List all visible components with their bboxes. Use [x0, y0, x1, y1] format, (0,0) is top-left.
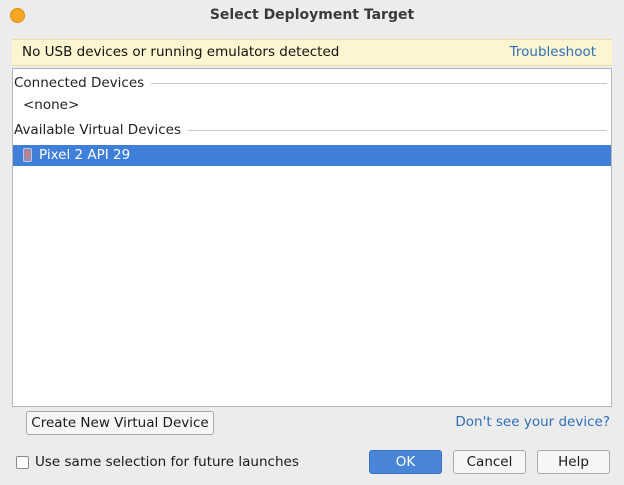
- virtual-devices-header: Available Virtual Devices: [13, 120, 607, 140]
- connected-devices-header: Connected Devices: [13, 73, 607, 93]
- virtual-devices-label: Available Virtual Devices: [14, 122, 182, 138]
- connected-devices-label: Connected Devices: [14, 75, 145, 91]
- same-selection-label[interactable]: Use same selection for future launches: [35, 454, 299, 470]
- dont-see-your-device-link[interactable]: Don't see your device?: [455, 414, 610, 430]
- ok-button[interactable]: OK: [369, 450, 442, 474]
- no-devices-banner: No USB devices or running emulators dete…: [12, 39, 612, 66]
- header-divider: [188, 129, 607, 131]
- header-divider: [151, 82, 607, 84]
- device-row-pixel-2-api-29[interactable]: Pixel 2 API 29: [13, 145, 611, 166]
- troubleshoot-link[interactable]: Troubleshoot: [510, 44, 596, 60]
- same-selection-checkbox[interactable]: [16, 456, 29, 469]
- device-list[interactable]: Connected Devices <none> Available Virtu…: [12, 68, 612, 407]
- device-name: Pixel 2 API 29: [39, 147, 131, 163]
- banner-message: No USB devices or running emulators dete…: [22, 44, 340, 60]
- window-title: Select Deployment Target: [209, 7, 415, 23]
- help-button[interactable]: Help: [537, 450, 610, 474]
- connected-none-item: <none>: [23, 97, 80, 113]
- phone-icon: [23, 148, 32, 162]
- cancel-button[interactable]: Cancel: [453, 450, 526, 474]
- create-new-virtual-device-button[interactable]: Create New Virtual Device: [26, 411, 214, 435]
- title-bar: Select Deployment Target: [0, 0, 624, 32]
